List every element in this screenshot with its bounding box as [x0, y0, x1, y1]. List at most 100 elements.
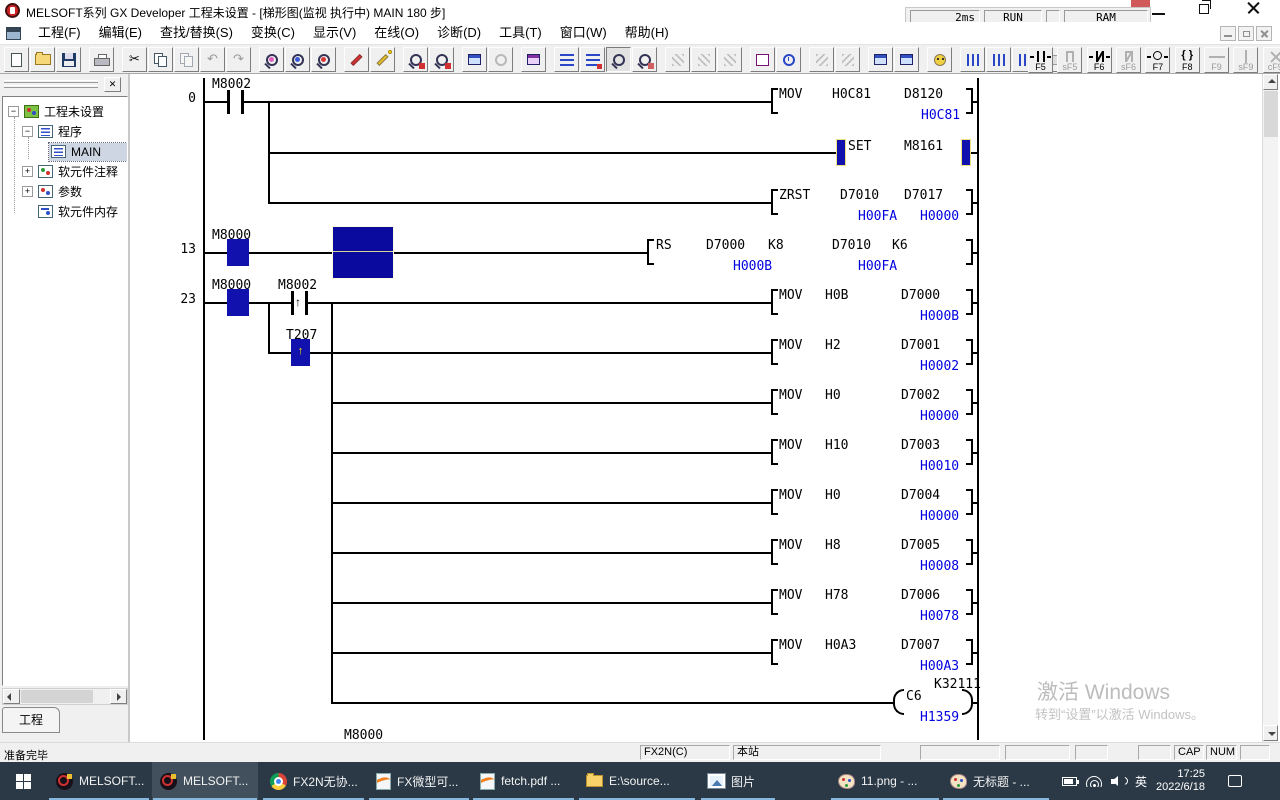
instruction-op[interactable]: ZRST [779, 189, 810, 203]
instruction-op[interactable]: MOV [779, 439, 802, 453]
instruction-operand[interactable]: D7004 [901, 489, 940, 503]
instruction-operand[interactable]: H0A3 [825, 639, 856, 653]
write-mode-button[interactable] [344, 47, 369, 72]
notification-center-icon[interactable] [1228, 775, 1242, 787]
menu-window[interactable]: 窗口(W) [551, 22, 616, 44]
cut-button[interactable]: ✂ [122, 47, 147, 72]
instruction-operand[interactable]: D7003 [901, 439, 940, 453]
instruction-op[interactable]: MOV [779, 88, 802, 102]
wifi-icon[interactable] [1086, 776, 1102, 787]
scroll-down-button[interactable] [1263, 725, 1278, 741]
mdi-close-button[interactable] [1256, 26, 1272, 41]
instruction-op[interactable]: MOV [779, 489, 802, 503]
taskbar-clock[interactable]: 17:25 2022/6/18 [1156, 768, 1205, 794]
ladder-editor[interactable]: 0 13 23 M8002 MOV H0C81 D8120 H0C81 SET … [132, 74, 1278, 742]
instruction-op[interactable]: MOV [779, 539, 802, 553]
menu-find-replace[interactable]: 查找/替换(S) [151, 22, 242, 44]
device-batch-monitor-button[interactable] [691, 47, 716, 72]
instruction-operand[interactable]: D7005 [901, 539, 940, 553]
taskbar-app-paint-1[interactable]: 11.png - ... [830, 762, 940, 800]
taskbar-app-paint-2[interactable]: 无标题 - ... [942, 762, 1050, 800]
close-button[interactable] [1245, 0, 1261, 16]
instruction-operand[interactable]: D7000 [706, 239, 745, 253]
coil-device[interactable]: C6 [906, 690, 922, 704]
energized-contact[interactable] [227, 239, 249, 266]
line-insert-button[interactable] [960, 47, 985, 72]
comment-edit-button[interactable] [554, 47, 579, 72]
scroll-right-button[interactable] [110, 689, 127, 704]
instruction-operand[interactable]: K8 [768, 239, 784, 253]
instruction-operand[interactable]: H2 [825, 339, 841, 353]
instruction-operand[interactable]: H0 [825, 389, 841, 403]
new-file-button[interactable] [4, 47, 29, 72]
undo-button[interactable]: ↶ [200, 47, 225, 72]
mdi-document-icon[interactable] [6, 27, 21, 40]
menu-project[interactable]: 工程(F) [29, 22, 90, 44]
instruction-op[interactable]: MOV [779, 589, 802, 603]
instruction-op[interactable]: MOV [779, 389, 802, 403]
window-tile-button[interactable] [894, 47, 919, 72]
taskbar-app-melsoft-1[interactable]: MELSOFT... [48, 762, 150, 800]
read-mode-button[interactable] [403, 47, 428, 72]
menu-view[interactable]: 显示(V) [304, 22, 365, 44]
collapse-icon[interactable]: − [8, 106, 19, 117]
input-language[interactable]: 英 [1135, 773, 1147, 790]
closed-branch-button[interactable]: sF6 [1116, 47, 1141, 73]
open-project-button[interactable] [30, 47, 55, 72]
option-button[interactable] [488, 47, 513, 72]
device-test-button[interactable] [665, 47, 690, 72]
instruction-operand[interactable]: H10 [825, 439, 848, 453]
taskbar-app-chrome[interactable]: FX2N无协... [262, 762, 365, 800]
find-device-button[interactable] [259, 47, 284, 72]
menu-diagnostics[interactable]: 诊断(D) [428, 22, 490, 44]
monitor-mode-button[interactable] [429, 47, 454, 72]
panel-grip[interactable] [4, 80, 98, 83]
mdi-minimize-button[interactable] [1220, 26, 1236, 41]
battery-icon[interactable] [1062, 777, 1077, 786]
find-replace-string-button[interactable] [311, 47, 336, 72]
menu-tools[interactable]: 工具(T) [490, 22, 551, 44]
contact-label[interactable]: T207 [286, 329, 317, 343]
instruction-operand[interactable]: K6 [892, 239, 908, 253]
instruction-operand[interactable]: D7010 [840, 189, 879, 203]
scroll-thumb[interactable] [1264, 91, 1278, 137]
instruction-operand[interactable]: D7006 [901, 589, 940, 603]
monitor-start-button[interactable] [606, 47, 631, 72]
instruction-operand[interactable]: H0C81 [832, 88, 871, 102]
contact-label[interactable]: M8000 [212, 279, 251, 293]
sampling-trace-button[interactable] [835, 47, 860, 72]
instruction-operand[interactable]: D7000 [901, 289, 940, 303]
instruction-operand[interactable]: D8120 [904, 88, 943, 102]
instruction-op[interactable]: MOV [779, 639, 802, 653]
taskbar-app-fx-pdf[interactable]: FX微型可... [368, 762, 470, 800]
scroll-thumb[interactable] [21, 690, 93, 703]
monitor-stop-button[interactable] [632, 47, 657, 72]
ladder-block-button[interactable] [750, 47, 775, 72]
instruction-op[interactable]: MOV [779, 289, 802, 303]
taskbar-app-photos[interactable]: 图片 [700, 762, 776, 800]
menu-help[interactable]: 帮助(H) [616, 22, 678, 44]
statement-edit-button[interactable] [580, 47, 605, 72]
instruction-operand[interactable]: H8 [825, 539, 841, 553]
instruction-operand[interactable]: H78 [825, 589, 848, 603]
delete-line-button[interactable]: cF9 [1263, 47, 1280, 73]
scroll-up-button[interactable] [1263, 74, 1278, 90]
ladder-vertical-scrollbar[interactable] [1262, 74, 1278, 742]
copy-button[interactable] [148, 47, 173, 72]
floating-window-close-fragment[interactable] [1131, 0, 1150, 7]
menu-edit[interactable]: 编辑(E) [90, 22, 151, 44]
clock-setting-button[interactable] [776, 47, 801, 72]
redo-button[interactable]: ↷ [226, 47, 251, 72]
taskbar-app-explorer[interactable]: E:\source... [578, 762, 696, 800]
instruction-op[interactable]: RS [656, 239, 672, 253]
panel-close-button[interactable]: ✕ [104, 77, 121, 92]
contact-label[interactable]: M8002 [278, 279, 317, 293]
horizontal-line-button[interactable]: F9 [1204, 47, 1229, 73]
entry-data-monitor-button[interactable] [717, 47, 742, 72]
energized-rising-contact[interactable]: ↑ [291, 339, 310, 366]
contact-label[interactable]: M8002 [212, 78, 251, 92]
closed-contact-button[interactable]: F6 [1087, 47, 1112, 73]
open-branch-button[interactable]: sF5 [1057, 47, 1082, 73]
energized-contact[interactable] [227, 289, 249, 316]
instruction-operand[interactable]: D7007 [901, 639, 940, 653]
